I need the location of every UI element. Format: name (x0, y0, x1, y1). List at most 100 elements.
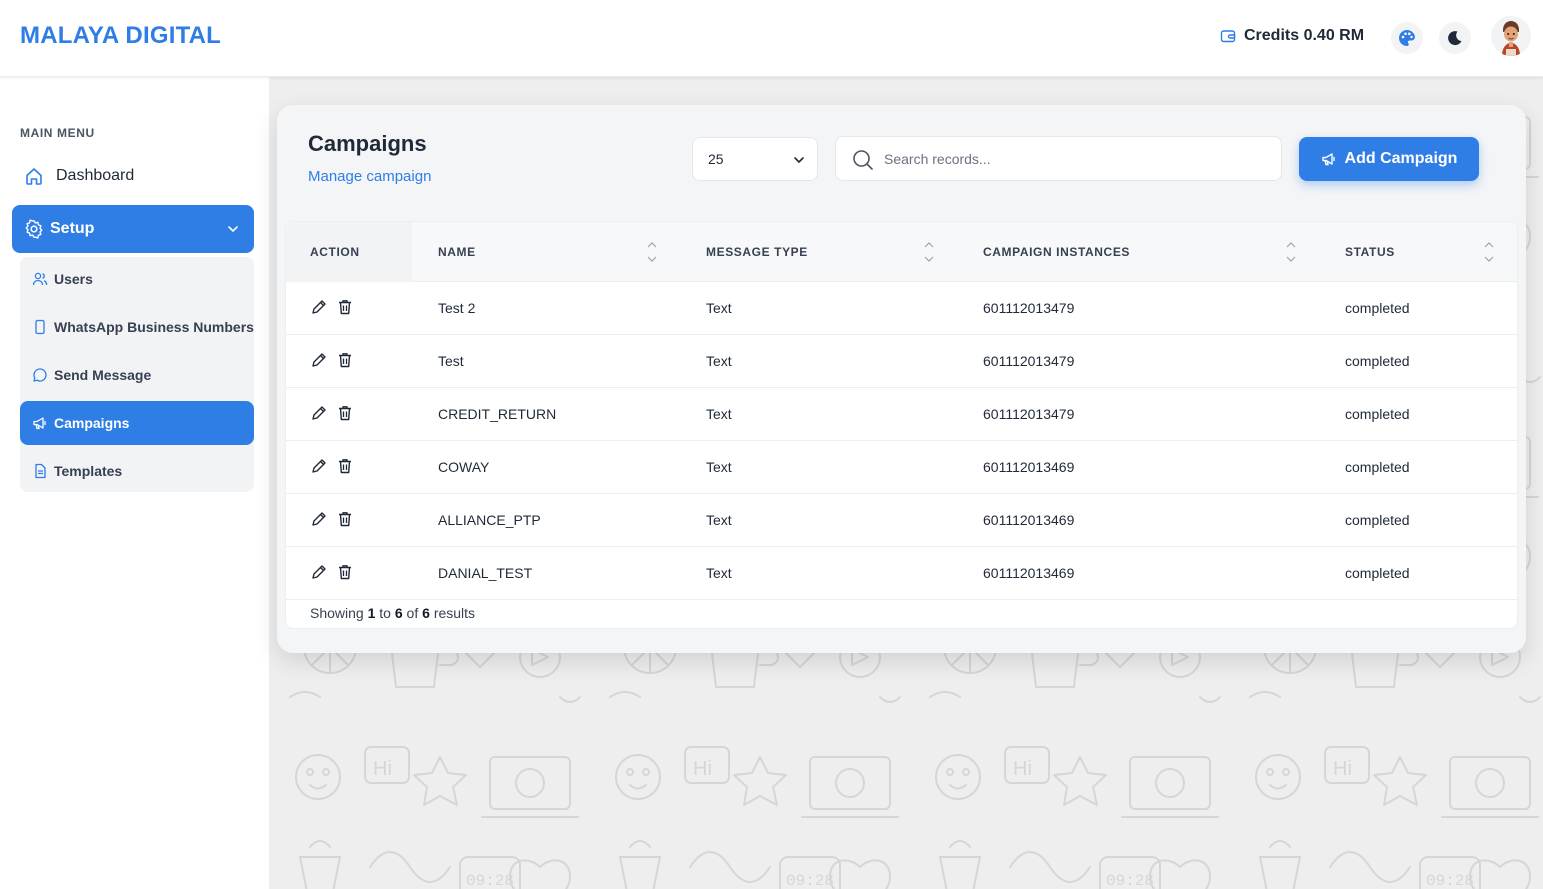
sidebar-item-label: Templates (54, 463, 123, 479)
sidebar-item-dashboard[interactable]: Dashboard (12, 157, 254, 195)
cell-status: completed (1345, 565, 1410, 581)
cell-message-type: Text (706, 565, 732, 581)
brand-logo-text[interactable]: MALAYA DIGITAL (20, 22, 221, 50)
summary-to: 6 (394, 605, 403, 621)
cell-message-type: Text (706, 353, 732, 369)
trash-icon[interactable] (336, 351, 354, 369)
table-row: DANIAL_TEST Text 601112013469 completed (286, 547, 1517, 600)
sidebar-item-label: Users (54, 271, 93, 287)
table-header: ACTION NAME MESSAGE TYPE CAMPAIGN INSTAN… (286, 222, 1517, 282)
row-actions (310, 404, 354, 422)
summary-to-word: to (379, 605, 391, 621)
avatar-icon (1491, 16, 1531, 56)
cell-campaign-instance: 601112013469 (983, 459, 1075, 475)
cell-campaign-instance: 601112013479 (983, 300, 1075, 316)
sidebar-item-label: Campaigns (54, 415, 130, 431)
per-page-select[interactable]: 25 (692, 137, 818, 181)
column-header-campaign-instances[interactable]: CAMPAIGN INSTANCES (983, 245, 1130, 259)
cell-name: Test 2 (438, 300, 476, 316)
chevron-down-icon (794, 157, 804, 164)
sidebar-item-templates[interactable]: Templates (20, 449, 254, 493)
page-title: Campaigns (308, 131, 427, 156)
main-menu-label: MAIN MENU (20, 126, 95, 140)
table-row: CREDIT_RETURN Text 601112013479 completed (286, 388, 1517, 441)
moon-icon (1448, 31, 1462, 46)
search-input[interactable] (884, 147, 1264, 171)
cell-message-type: Text (706, 406, 732, 422)
search-box (835, 136, 1282, 181)
megaphone-icon (1321, 153, 1335, 166)
cell-status: completed (1345, 459, 1410, 475)
cell-name: ALLIANCE_PTP (438, 512, 541, 528)
sort-icon[interactable] (1484, 240, 1494, 264)
users-icon (32, 272, 48, 286)
per-page-value: 25 (708, 151, 724, 167)
trash-icon[interactable] (336, 457, 354, 475)
sidebar-item-label: Dashboard (56, 167, 135, 184)
table-row: Test 2 Text 601112013479 completed (286, 282, 1517, 335)
setup-submenu: Users WhatsApp Business Numbers Send Mes… (20, 257, 254, 492)
sidebar-item-setup[interactable]: Setup (12, 205, 254, 253)
trash-icon[interactable] (336, 298, 354, 316)
trash-icon[interactable] (336, 404, 354, 422)
credits-label: Credits 0.40 RM (1244, 27, 1365, 44)
trash-icon[interactable] (336, 563, 354, 581)
home-icon (26, 168, 42, 185)
chat-bubble-icon (33, 368, 47, 382)
row-actions (310, 510, 354, 528)
summary-prefix: Showing (310, 605, 364, 621)
cell-name: CREDIT_RETURN (438, 406, 557, 422)
cell-status: completed (1345, 300, 1410, 316)
summary-of-word: of (406, 605, 419, 621)
edit-icon[interactable] (310, 563, 328, 581)
edit-icon[interactable] (310, 298, 328, 316)
column-header-name[interactable]: NAME (438, 245, 476, 259)
campaigns-card: Campaigns Manage campaign 25 Add Campaig… (277, 105, 1526, 653)
edit-icon[interactable] (310, 457, 328, 475)
theme-palette-button[interactable] (1391, 22, 1423, 54)
cell-status: completed (1345, 406, 1410, 422)
cell-campaign-instance: 601112013479 (983, 406, 1075, 422)
add-campaign-button[interactable]: Add Campaign (1299, 137, 1479, 181)
phone-icon (35, 319, 45, 335)
gear-icon (25, 219, 43, 239)
edit-icon[interactable] (310, 351, 328, 369)
cell-status: completed (1345, 353, 1410, 369)
cell-message-type: Text (706, 300, 732, 316)
palette-icon (1399, 29, 1415, 46)
user-avatar[interactable] (1491, 16, 1531, 56)
pagination-summary: Showing 1 to 6 of 6 results (310, 605, 475, 621)
edit-icon[interactable] (310, 510, 328, 528)
document-icon (35, 463, 46, 479)
dark-mode-toggle[interactable] (1439, 22, 1471, 54)
sidebar-item-whatsapp-business-numbers[interactable]: WhatsApp Business Numbers (20, 305, 254, 349)
credits-display: Credits 0.40 RM (1220, 27, 1364, 45)
column-header-status[interactable]: STATUS (1345, 245, 1395, 259)
chevron-down-icon (228, 226, 238, 233)
cell-status: completed (1345, 512, 1410, 528)
cell-message-type: Text (706, 459, 732, 475)
sidebar-item-send-message[interactable]: Send Message (20, 353, 254, 397)
row-actions (310, 351, 354, 369)
sort-icon[interactable] (924, 240, 934, 264)
summary-suffix: results (433, 605, 476, 621)
trash-icon[interactable] (336, 510, 354, 528)
add-campaign-label: Add Campaign (1344, 150, 1458, 167)
summary-from: 1 (367, 605, 376, 621)
search-icon (853, 150, 873, 170)
sidebar-item-label: Send Message (54, 367, 152, 383)
sort-icon[interactable] (647, 240, 657, 264)
sidebar: MAIN MENU Dashboard Setup Users WhatsApp… (0, 77, 270, 889)
cell-name: COWAY (438, 459, 490, 475)
cell-name: Test (438, 353, 464, 369)
summary-total: 6 (422, 605, 430, 621)
row-actions (310, 457, 354, 475)
sort-icon[interactable] (1286, 240, 1296, 264)
sidebar-item-campaigns[interactable]: Campaigns (20, 401, 254, 445)
edit-icon[interactable] (310, 404, 328, 422)
sidebar-item-label: WhatsApp Business Numbers (54, 319, 254, 335)
column-header-message-type[interactable]: MESSAGE TYPE (706, 245, 808, 259)
wallet-icon (1220, 30, 1236, 43)
row-actions (310, 563, 354, 581)
sidebar-item-users[interactable]: Users (20, 257, 254, 301)
